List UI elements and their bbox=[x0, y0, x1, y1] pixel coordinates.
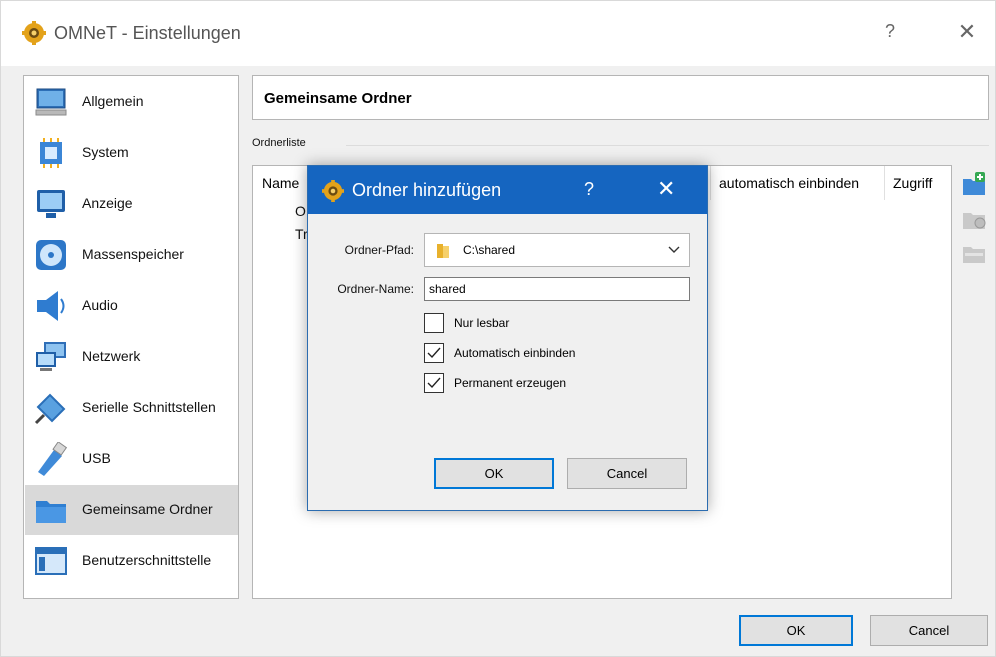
sidebar-item-label: Serielle Schnittstellen bbox=[82, 399, 216, 415]
folder-icon bbox=[36, 501, 66, 523]
sidebar-item-label: Anzeige bbox=[82, 195, 133, 211]
dialog-cancel-button[interactable]: Cancel bbox=[567, 458, 687, 489]
sidebar-item-gemeinsame-ordner[interactable]: Gemeinsame Ordner bbox=[25, 485, 238, 535]
sidebar-item-label: Massenspeicher bbox=[82, 246, 184, 262]
auto-mount-label[interactable]: Automatisch einbinden bbox=[454, 346, 575, 360]
close-button[interactable]: ✕ bbox=[954, 19, 980, 47]
sidebar-item-allgemein[interactable]: Allgemein bbox=[25, 77, 238, 127]
sidebar-item-label: System bbox=[82, 144, 129, 160]
chip-icon bbox=[40, 138, 62, 168]
display-icon bbox=[37, 190, 65, 218]
folder-name-label: Ordner-Name: bbox=[337, 282, 414, 296]
window-ui-icon bbox=[35, 547, 67, 575]
checkmark-icon bbox=[427, 347, 441, 359]
folder-name-value: shared bbox=[429, 282, 466, 296]
dialog-help-button[interactable]: ? bbox=[584, 179, 594, 200]
page-title: Gemeinsame Ordner bbox=[264, 90, 412, 107]
group-divider bbox=[346, 145, 989, 146]
help-button[interactable]: ? bbox=[879, 21, 901, 45]
sidebar-item-label: Gemeinsame Ordner bbox=[82, 501, 213, 517]
dialog-ok-button[interactable]: OK bbox=[434, 458, 554, 489]
dialog-title: Ordner hinzufügen bbox=[352, 180, 502, 200]
sidebar-item-label: Audio bbox=[82, 297, 118, 313]
chevron-down-icon[interactable] bbox=[667, 242, 681, 256]
sidebar-item-anzeige[interactable]: Anzeige bbox=[25, 179, 238, 229]
column-header-auto-mount[interactable]: automatisch einbinden bbox=[711, 166, 859, 200]
settings-window: OMNeT - Einstellungen ? ✕ Allgemein Syst… bbox=[0, 0, 996, 657]
window-title: OMNeT - Einstellungen bbox=[54, 23, 241, 43]
folder-name-input[interactable]: shared bbox=[424, 277, 690, 301]
disc-icon bbox=[36, 240, 66, 270]
sidebar-item-system[interactable]: System bbox=[25, 128, 238, 178]
dialog-title-bar: Ordner hinzufügen ? ✕ bbox=[308, 166, 707, 214]
network-icon bbox=[36, 342, 66, 371]
serial-port-icon bbox=[34, 393, 66, 425]
usb-icon bbox=[38, 442, 68, 476]
sidebar-item-usb[interactable]: USB bbox=[25, 434, 238, 484]
auto-mount-checkbox[interactable] bbox=[424, 343, 444, 363]
sidebar-item-massenspeicher[interactable]: Massenspeicher bbox=[25, 230, 238, 280]
title-bar: OMNeT - Einstellungen ? ✕ bbox=[1, 1, 995, 66]
read-only-checkbox[interactable] bbox=[424, 313, 444, 333]
sidebar-item-netzwerk[interactable]: Netzwerk bbox=[25, 332, 238, 382]
sidebar-item-serielle-schnittstellen[interactable]: Serielle Schnittstellen bbox=[25, 383, 238, 433]
gear-app-icon bbox=[322, 180, 344, 202]
section-header: Gemeinsame Ordner bbox=[252, 75, 989, 120]
add-folder-icon[interactable] bbox=[961, 171, 987, 197]
column-header-access[interactable]: Zugriff bbox=[885, 166, 932, 200]
monitor-general-icon bbox=[35, 88, 67, 116]
dialog-close-button[interactable]: ✕ bbox=[657, 176, 675, 202]
make-permanent-checkbox[interactable] bbox=[424, 373, 444, 393]
folder-icon bbox=[437, 244, 449, 258]
sidebar-item-label: Allgemein bbox=[82, 93, 144, 109]
remove-folder-icon[interactable] bbox=[961, 239, 987, 265]
tree-item[interactable]: O bbox=[295, 203, 306, 219]
folder-path-combobox[interactable]: C:\shared bbox=[424, 233, 690, 267]
sidebar-item-label: USB bbox=[82, 450, 111, 466]
checkmark-icon bbox=[427, 377, 441, 389]
sidebar-item-benutzerschnittstelle[interactable]: Benutzerschnittstelle bbox=[25, 536, 238, 586]
speaker-icon bbox=[37, 291, 65, 321]
folder-list-label: Ordnerliste bbox=[252, 137, 306, 149]
sidebar-item-audio[interactable]: Audio bbox=[25, 281, 238, 331]
edit-folder-icon[interactable] bbox=[961, 205, 987, 231]
tree-item[interactable]: Tr bbox=[295, 226, 308, 242]
make-permanent-label[interactable]: Permanent erzeugen bbox=[454, 376, 566, 390]
settings-sidebar: Allgemein System Anzeige Massenspeicher … bbox=[23, 75, 239, 599]
folder-path-value: C:\shared bbox=[463, 243, 516, 257]
folder-path-label: Ordner-Pfad: bbox=[344, 243, 414, 257]
sidebar-item-label: Netzwerk bbox=[82, 348, 141, 364]
add-folder-dialog: Ordner hinzufügen ? ✕ Ordner-Pfad: C:\sh… bbox=[307, 165, 708, 511]
cancel-button[interactable]: Cancel bbox=[870, 615, 988, 646]
sidebar-item-label: Benutzerschnittstelle bbox=[82, 552, 212, 568]
column-header-name[interactable]: Name bbox=[254, 166, 299, 200]
gear-app-icon bbox=[22, 21, 46, 45]
read-only-label[interactable]: Nur lesbar bbox=[454, 316, 509, 330]
ok-button[interactable]: OK bbox=[739, 615, 853, 646]
